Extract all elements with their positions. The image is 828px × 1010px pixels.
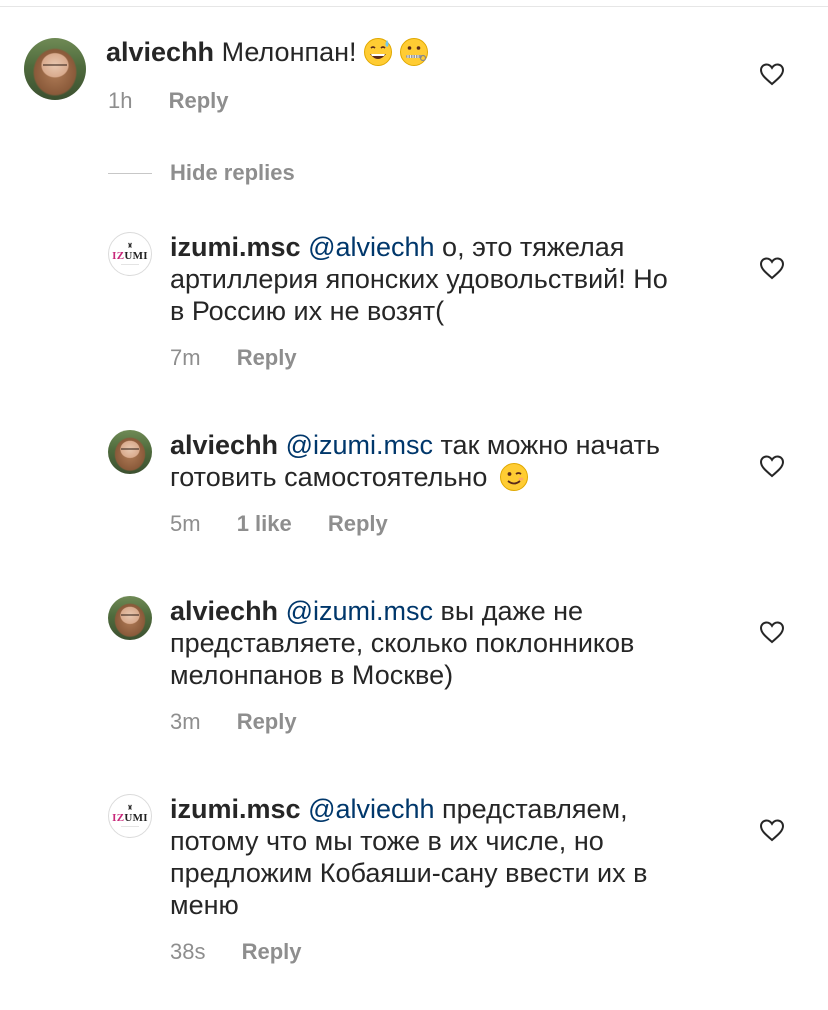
comment-text: alviechh Мелонпан! [106,36,429,68]
comment-meta: 5m 1 like Reply [170,511,418,537]
comment-time: 7m [170,345,201,370]
mention-link[interactable]: @izumi.msc [286,596,433,626]
reply-button[interactable]: Reply [242,939,302,965]
comment-time: 38s [170,939,206,964]
avatar[interactable] [108,430,152,474]
comment-text: alviechh @izumi.msc так можно начать гот… [170,430,660,492]
comment-time: 5m [170,511,201,536]
reply-button[interactable]: Reply [237,345,297,371]
comment-text: izumi.msc @alviechh о, это тяжелая артил… [170,232,668,326]
winking-face-emoji [500,463,529,491]
comment-time: 1h [108,88,133,113]
top-divider [0,6,828,7]
avatar[interactable] [24,38,86,100]
like-heart-icon[interactable] [759,256,785,280]
zipper-mouth-emoji [399,38,428,66]
mention-link[interactable]: @izumi.msc [286,430,433,460]
avatar[interactable] [108,596,152,640]
comment-meta: 3m Reply [170,709,327,735]
hide-replies-label[interactable]: Hide replies [170,160,295,186]
comment-meta: 1h Reply [108,88,259,114]
replies-divider-line [108,173,152,174]
comment-username[interactable]: izumi.msc [170,794,301,824]
like-heart-icon[interactable] [759,620,785,644]
comment-meta: 38s Reply [170,939,332,965]
like-heart-icon[interactable] [759,454,785,478]
reply-button[interactable]: Reply [169,88,229,114]
reply-button[interactable]: Reply [237,709,297,735]
like-heart-icon[interactable] [759,818,785,842]
likes-count-link[interactable]: 1 like [237,511,292,537]
avatar[interactable]: ♜ IZUMI —————— [108,232,152,276]
comment-username[interactable]: alviechh [170,596,278,626]
mention-link[interactable]: @alviechh [308,232,434,262]
comment-username[interactable]: alviechh [170,430,278,460]
reply-button[interactable]: Reply [328,511,388,537]
comment-username[interactable]: alviechh [106,37,214,67]
mention-link[interactable]: @alviechh [308,794,434,824]
grinning-sweat-emoji [363,38,392,66]
comment-text: izumi.msc @alviechh представляем, потому… [170,794,648,920]
comment-username[interactable]: izumi.msc [170,232,301,262]
avatar[interactable]: ♜ IZUMI —————— [108,794,152,838]
comment-time: 3m [170,709,201,734]
comment-text: alviechh @izumi.msc вы даже не представл… [170,596,635,690]
like-heart-icon[interactable] [759,62,785,86]
comment-body: Мелонпан! [221,37,357,67]
comment-meta: 7m Reply [170,345,327,371]
